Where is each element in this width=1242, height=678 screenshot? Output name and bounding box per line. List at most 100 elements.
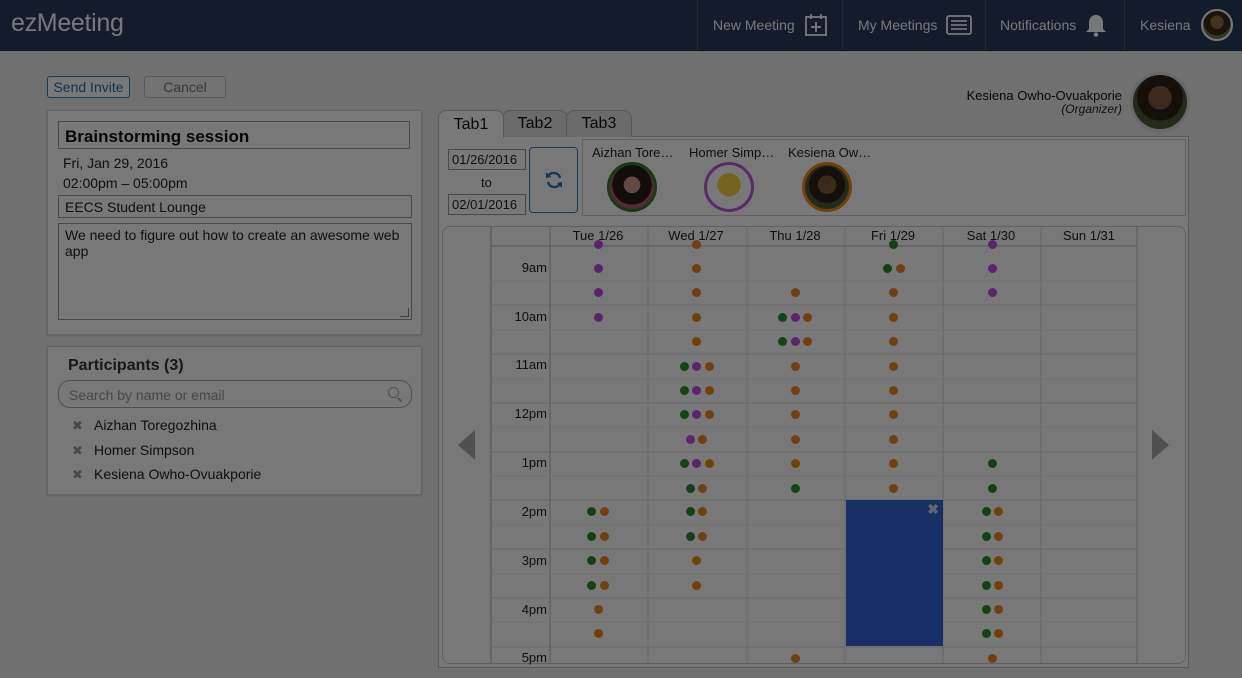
availability-dot bbox=[994, 581, 1003, 590]
availability-dot bbox=[778, 313, 787, 322]
range-start-input[interactable]: 01/26/2016 bbox=[448, 149, 526, 170]
availability-dot bbox=[686, 484, 695, 493]
availability-dot bbox=[600, 581, 609, 590]
availability-dot bbox=[988, 654, 997, 663]
tab-1[interactable]: Tab1 bbox=[438, 110, 504, 138]
availability-dot bbox=[889, 362, 898, 371]
nav-my-meetings-label: My Meetings bbox=[858, 17, 938, 33]
availability-dot bbox=[587, 556, 596, 565]
remove-participant-icon[interactable]: ✖ bbox=[72, 467, 94, 483]
availability-dot bbox=[889, 410, 898, 419]
availability-dot bbox=[791, 410, 800, 419]
availability-dot bbox=[587, 507, 596, 516]
availability-dot bbox=[994, 556, 1003, 565]
time-label: 3pm bbox=[521, 553, 547, 568]
availability-dot bbox=[994, 605, 1003, 614]
organizer-avatar bbox=[1130, 72, 1190, 132]
prev-week-arrow-icon[interactable] bbox=[458, 430, 475, 460]
availability-dot bbox=[791, 362, 800, 371]
availability-dot bbox=[791, 386, 800, 395]
tab-2[interactable]: Tab2 bbox=[502, 110, 568, 137]
availability-dot bbox=[889, 240, 898, 249]
time-label: 5pm bbox=[521, 650, 547, 665]
availability-dot bbox=[988, 240, 997, 249]
availability-dot bbox=[791, 459, 800, 468]
participant-search-input[interactable]: Search by name or email bbox=[58, 380, 412, 408]
availability-dot bbox=[594, 240, 603, 249]
availability-dot bbox=[791, 288, 800, 297]
top-nav-bar: ezMeeting New Meeting My Meetings Notifi… bbox=[0, 0, 1242, 51]
availability-dot bbox=[692, 264, 701, 273]
meeting-description-text: We need to figure out how to create an a… bbox=[65, 227, 400, 259]
next-week-arrow-icon[interactable] bbox=[1152, 430, 1169, 460]
organizer-role: (Organizer) bbox=[1061, 102, 1122, 116]
nav-my-meetings[interactable]: My Meetings bbox=[842, 0, 985, 50]
resize-grip-icon[interactable] bbox=[400, 308, 409, 317]
participant-row: ✖ Kesiena Owho-Ovuakporie bbox=[72, 466, 261, 483]
availability-dot bbox=[982, 532, 991, 541]
availability-dot bbox=[692, 240, 701, 249]
meeting-description-textarea[interactable]: We need to figure out how to create an a… bbox=[58, 223, 412, 320]
time-label: 1pm bbox=[521, 455, 547, 470]
availability-dot bbox=[982, 556, 991, 565]
availability-dot bbox=[988, 484, 997, 493]
nav-user-name: Kesiena bbox=[1140, 17, 1191, 33]
meeting-title-input[interactable]: Brainstorming session bbox=[58, 121, 410, 149]
remove-participant-icon[interactable]: ✖ bbox=[72, 418, 94, 434]
availability-dot bbox=[594, 288, 603, 297]
attendee-name: Aizhan Tore… bbox=[592, 145, 674, 160]
user-avatar bbox=[1200, 9, 1233, 41]
availability-dot bbox=[686, 507, 695, 516]
availability-dot bbox=[791, 484, 800, 493]
availability-dot bbox=[698, 484, 707, 493]
availability-dot bbox=[896, 264, 905, 273]
time-label: 12pm bbox=[514, 406, 547, 421]
availability-dot bbox=[594, 313, 603, 322]
nav-notifications[interactable]: Notifications bbox=[985, 0, 1124, 50]
selected-meeting-block[interactable]: ✖ bbox=[846, 500, 943, 646]
participant-row: ✖ Homer Simpson bbox=[72, 442, 194, 459]
availability-dot bbox=[680, 362, 689, 371]
availability-dot bbox=[692, 313, 701, 322]
calendar-plus-icon bbox=[804, 14, 827, 36]
attendee-avatar-aizhan[interactable] bbox=[607, 162, 657, 212]
availability-dot bbox=[692, 410, 701, 419]
availability-dot bbox=[594, 629, 603, 638]
availability-dot bbox=[791, 337, 800, 346]
availability-dot bbox=[594, 605, 603, 614]
send-invite-button[interactable]: Send Invite bbox=[47, 76, 130, 98]
availability-dot bbox=[883, 264, 892, 273]
availability-dot bbox=[889, 459, 898, 468]
range-end-input[interactable]: 02/01/2016 bbox=[448, 194, 526, 215]
availability-dot bbox=[994, 507, 1003, 516]
availability-dot bbox=[778, 337, 787, 346]
availability-dot bbox=[692, 556, 701, 565]
time-label: 11am bbox=[515, 357, 547, 372]
availability-dot bbox=[988, 288, 997, 297]
nav-new-meeting[interactable]: New Meeting bbox=[697, 0, 838, 50]
list-icon bbox=[946, 15, 973, 35]
availability-dot bbox=[698, 507, 707, 516]
tab-3[interactable]: Tab3 bbox=[566, 110, 632, 137]
availability-dot bbox=[982, 507, 991, 516]
remove-participant-icon[interactable]: ✖ bbox=[72, 443, 94, 459]
availability-dot bbox=[994, 629, 1003, 638]
attendee-avatar-homer[interactable] bbox=[704, 162, 754, 212]
refresh-button[interactable] bbox=[529, 147, 578, 213]
nav-user-menu[interactable]: Kesiena bbox=[1124, 0, 1242, 50]
meeting-location-input[interactable]: EECS Student Lounge bbox=[58, 195, 412, 218]
app-logo[interactable]: ezMeeting bbox=[11, 9, 124, 38]
availability-dot bbox=[889, 484, 898, 493]
organizer-name: Kesiena Owho-Ovuakporie bbox=[966, 88, 1122, 103]
remove-selection-icon[interactable]: ✖ bbox=[927, 501, 939, 518]
attendee-avatar-kesiena[interactable] bbox=[802, 162, 852, 212]
availability-dot bbox=[692, 581, 701, 590]
meeting-date: Fri, Jan 29, 2016 bbox=[63, 155, 169, 171]
availability-dot bbox=[889, 386, 898, 395]
availability-dot bbox=[594, 264, 603, 273]
participants-heading: Participants (3) bbox=[68, 357, 184, 374]
attendee-name: Homer Simp… bbox=[689, 145, 775, 160]
cancel-button[interactable]: Cancel bbox=[144, 76, 226, 98]
time-label: 9am bbox=[521, 260, 547, 275]
availability-dot bbox=[791, 313, 800, 322]
